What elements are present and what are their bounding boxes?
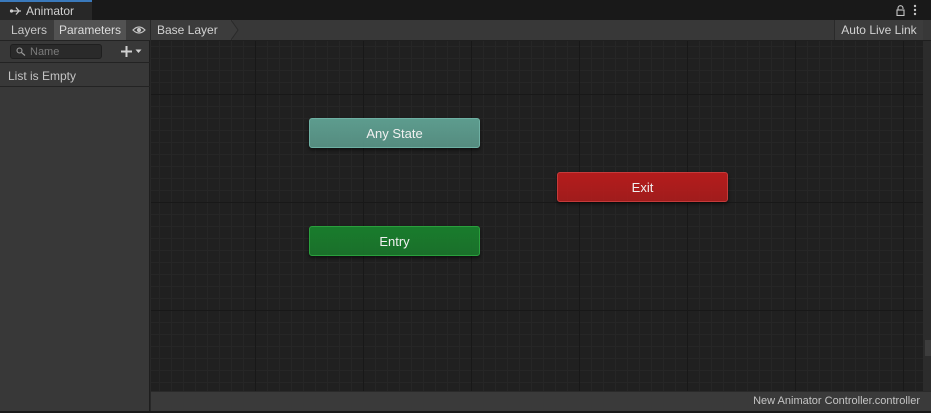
exit-node[interactable]: Exit bbox=[557, 172, 728, 202]
left-panel-tabs: Layers Parameters bbox=[0, 20, 150, 41]
entry-node[interactable]: Entry bbox=[309, 226, 480, 256]
scrollbar-thumb[interactable] bbox=[925, 340, 931, 356]
animator-icon bbox=[9, 7, 21, 15]
eye-toggle-button[interactable] bbox=[128, 20, 150, 40]
auto-live-link-button[interactable]: Auto Live Link bbox=[834, 20, 923, 40]
parameter-search-row bbox=[0, 41, 150, 63]
more-options-icon[interactable] bbox=[913, 4, 917, 16]
animator-tab[interactable]: Animator bbox=[0, 0, 92, 20]
status-bar: New Animator Controller.controller bbox=[151, 391, 931, 411]
add-parameter-button[interactable] bbox=[120, 43, 148, 60]
controller-file-name: New Animator Controller.controller bbox=[753, 395, 920, 407]
tab-layers[interactable]: Layers bbox=[5, 20, 53, 40]
state-machine-graph[interactable]: Any State Exit Entry bbox=[151, 41, 923, 391]
search-icon bbox=[16, 47, 26, 56]
breadcrumb-base-layer[interactable]: Base Layer bbox=[151, 20, 239, 40]
parameters-panel: Layers Parameters Name List is Empty bbox=[0, 20, 150, 411]
breadcrumb-arrow-icon bbox=[231, 20, 239, 40]
empty-list-message: List is Empty bbox=[8, 69, 77, 83]
plus-icon bbox=[121, 46, 132, 57]
breadcrumb-bar: Base Layer Auto Live Link bbox=[151, 20, 931, 41]
window-tab-bar: Animator bbox=[0, 0, 931, 20]
any-state-node[interactable]: Any State bbox=[309, 118, 480, 148]
vertical-scrollbar[interactable] bbox=[923, 41, 931, 391]
parameter-search-field[interactable] bbox=[10, 44, 102, 59]
chevron-down-icon bbox=[135, 49, 142, 53]
tab-title: Animator bbox=[26, 4, 75, 18]
lock-icon[interactable] bbox=[896, 4, 905, 16]
animator-window: Animator Layers Parameters Name List is … bbox=[0, 0, 931, 413]
divider bbox=[0, 86, 150, 87]
eye-icon bbox=[132, 26, 146, 34]
tab-parameters[interactable]: Parameters bbox=[54, 20, 126, 40]
search-input[interactable] bbox=[30, 45, 98, 58]
tab-actions bbox=[896, 2, 917, 18]
breadcrumb-label: Base Layer bbox=[157, 23, 218, 37]
